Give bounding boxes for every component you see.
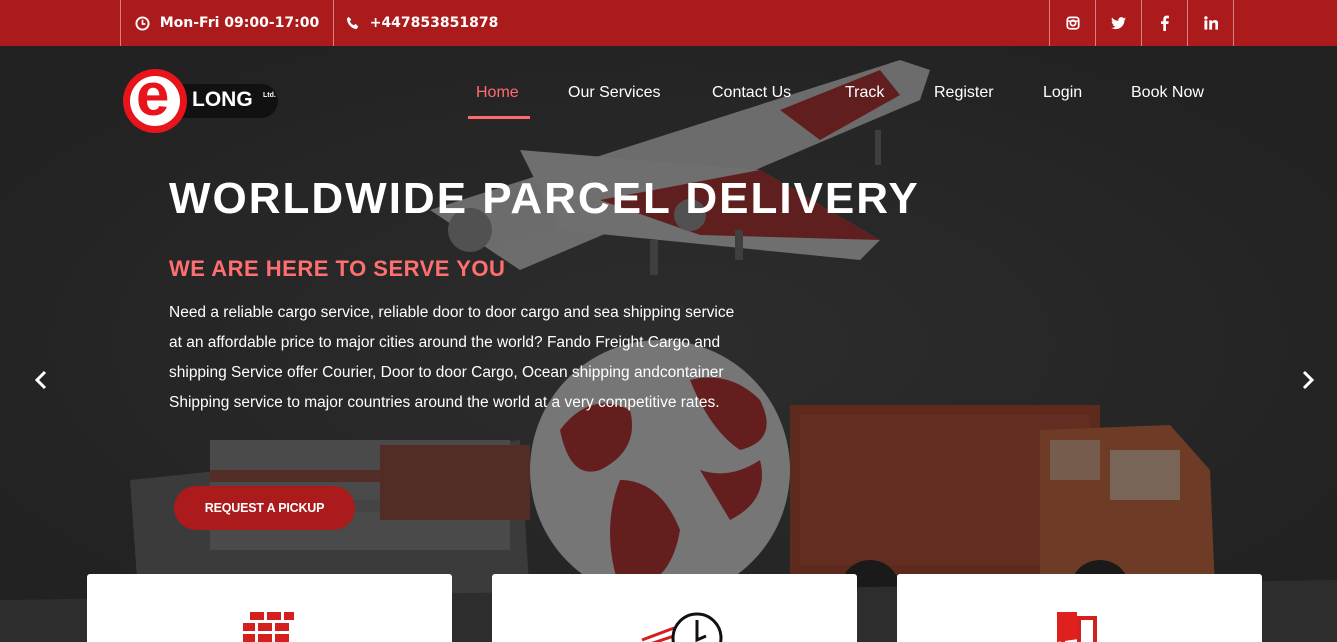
hero-title: WORLDWIDE PARCEL DELIVERY — [169, 174, 920, 223]
slider-next-button[interactable] — [1294, 366, 1322, 394]
slider-prev-button[interactable] — [27, 366, 55, 394]
main-nav: Home Our Services Contact Us Track Regis… — [0, 84, 1337, 120]
request-pickup-button[interactable]: REQUEST A PICKUP — [174, 486, 355, 530]
nav-home[interactable]: Home — [476, 84, 519, 102]
hero-description: Need a reliable cargo service, reliable … — [169, 304, 735, 411]
open-door-icon — [1057, 612, 1097, 642]
fast-clock-icon — [641, 612, 723, 642]
nav-book-now[interactable]: Book Now — [1131, 84, 1204, 102]
linkedin-icon — [1203, 15, 1219, 31]
brick-stack-icon — [243, 612, 294, 642]
nav-contact-us[interactable]: Contact Us — [712, 84, 791, 102]
facebook-link[interactable] — [1141, 0, 1187, 46]
instagram-icon — [1065, 15, 1081, 31]
phone-number: +447853851878 — [369, 15, 499, 31]
top-bar: Mon-Fri 09:00-17:00 +447853851878 — [0, 0, 1337, 46]
clock-icon — [135, 15, 151, 31]
hero-subtitle: WE ARE HERE TO SERVE YOU — [169, 256, 506, 281]
twitter-icon — [1111, 15, 1127, 31]
facebook-icon — [1157, 15, 1173, 31]
feature-card-3 — [897, 574, 1262, 642]
phone-icon — [345, 15, 361, 31]
nav-active-indicator — [468, 116, 530, 119]
nav-our-services[interactable]: Our Services — [568, 84, 660, 102]
feature-card-2 — [492, 574, 857, 642]
chevron-left-icon — [34, 370, 47, 390]
feature-card-1 — [87, 574, 452, 642]
linkedin-link[interactable] — [1187, 0, 1234, 46]
nav-login[interactable]: Login — [1043, 84, 1082, 102]
hours-text: Mon-Fri 09:00-17:00 — [159, 15, 320, 31]
chevron-right-icon — [1302, 370, 1315, 390]
nav-track[interactable]: Track — [845, 84, 884, 102]
hours-info: Mon-Fri 09:00-17:00 — [120, 0, 333, 46]
instagram-link[interactable] — [1049, 0, 1095, 46]
twitter-link[interactable] — [1095, 0, 1141, 46]
nav-register[interactable]: Register — [934, 84, 994, 102]
phone-info[interactable]: +447853851878 — [333, 0, 509, 46]
